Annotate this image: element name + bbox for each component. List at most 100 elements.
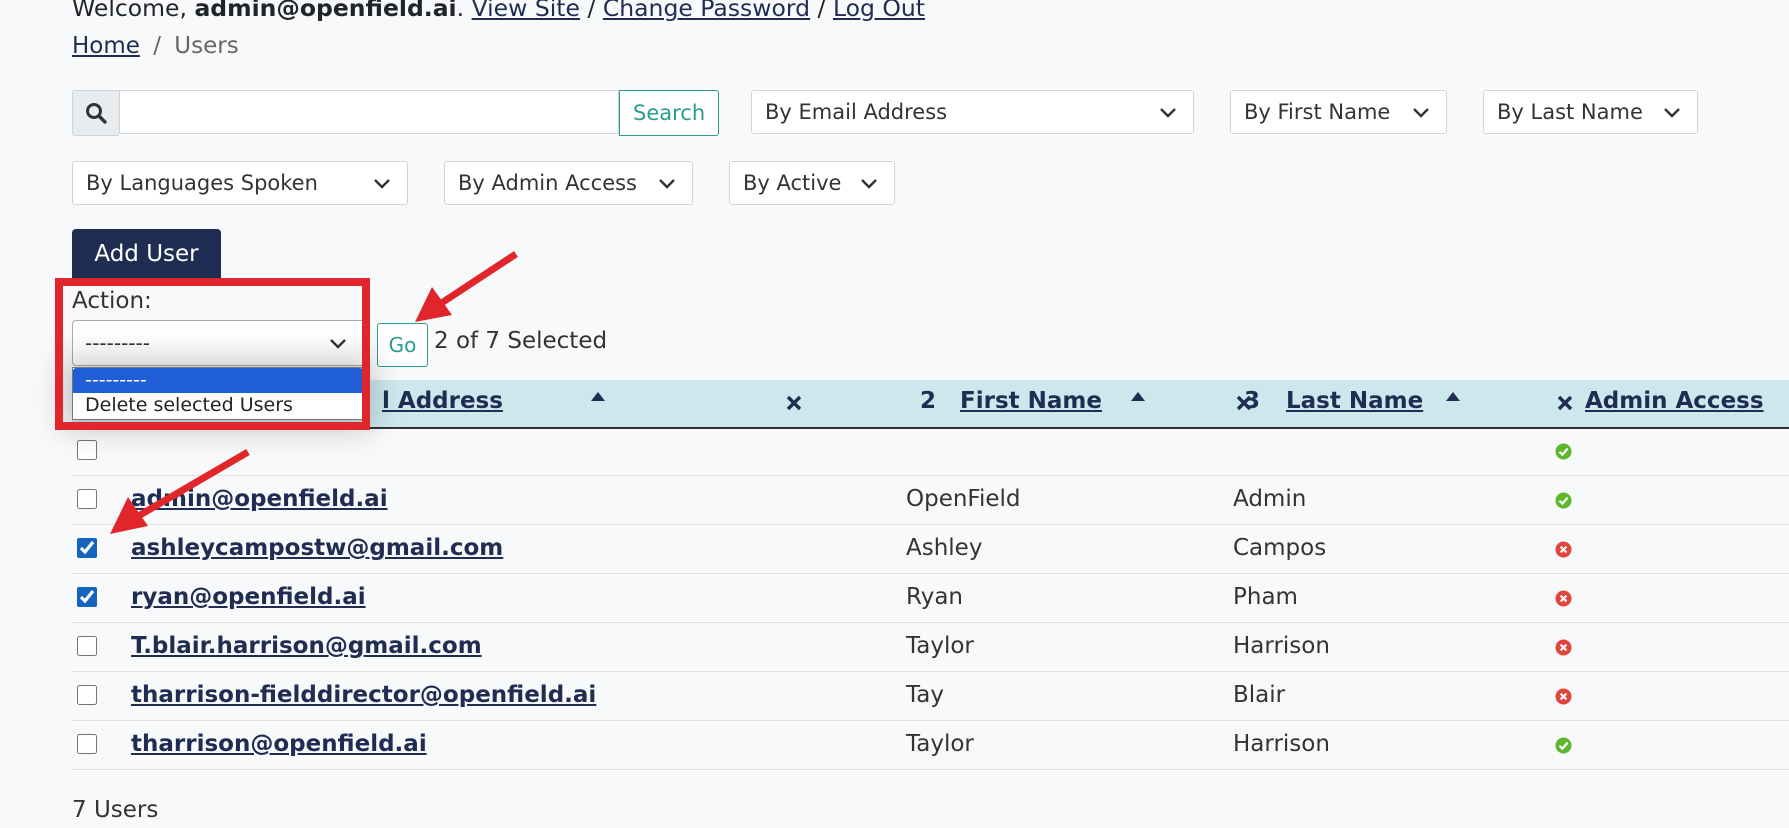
row-select-checkbox[interactable] — [77, 734, 97, 754]
breadcrumb-home[interactable]: Home — [72, 33, 140, 59]
row-select-checkbox[interactable] — [77, 685, 97, 705]
remove-sort-icon[interactable] — [1556, 394, 1574, 412]
user-email-cell: tharrison@openfield.ai — [131, 731, 427, 757]
first-name-cell: Tay — [906, 682, 944, 708]
user-email-cell: admin@openfield.ai — [131, 486, 388, 512]
first-name-cell: OpenField — [906, 486, 1021, 512]
x-circle-icon — [1555, 590, 1572, 607]
filter-active[interactable]: By Active — [729, 161, 895, 205]
sort-ascending-icon[interactable] — [590, 392, 606, 402]
go-button[interactable]: Go — [377, 323, 428, 367]
welcome-text: Welcome, — [72, 0, 187, 22]
filter-admin-access-label: By Admin Access — [458, 171, 638, 195]
column-header-first-name-link[interactable]: First Name — [960, 388, 1102, 414]
filter-languages-label: By Languages Spoken — [86, 171, 318, 195]
filter-languages[interactable]: By Languages Spoken — [72, 161, 408, 205]
last-name-cell: Campos — [1233, 535, 1327, 561]
table-row: tharrison@openfield.ai Taylor Harrison — [72, 721, 1789, 770]
user-tools: Welcome, admin@openfield.ai. View Site /… — [72, 0, 925, 22]
column-header-admin-access-link[interactable]: Admin Access — [1585, 388, 1764, 414]
chevron-down-icon — [659, 179, 675, 189]
user-email-link[interactable]: admin@openfield.ai — [131, 486, 388, 512]
last-name-cell: Harrison — [1233, 731, 1330, 757]
sort-ascending-icon[interactable] — [1130, 392, 1146, 402]
table-row — [72, 427, 1789, 476]
breadcrumb-separator: / — [153, 33, 161, 59]
first-name-cell: Taylor — [906, 633, 974, 659]
log-out-link[interactable]: Log Out — [833, 0, 925, 22]
row-select-checkbox[interactable] — [77, 489, 97, 509]
filter-admin-access[interactable]: By Admin Access — [444, 161, 693, 205]
check-circle-icon — [1555, 737, 1572, 754]
user-email-cell: tharrison-fielddirector@openfield.ai — [131, 682, 596, 708]
row-select-checkbox[interactable] — [77, 440, 97, 460]
row-select-checkbox[interactable] — [77, 587, 97, 607]
chevron-down-icon — [1413, 108, 1429, 118]
breadcrumb: Home / Users — [72, 33, 239, 59]
search-input[interactable] — [119, 90, 619, 134]
first-name-cell: Ashley — [906, 535, 983, 561]
separator: / — [817, 0, 826, 22]
check-circle-icon — [1555, 443, 1572, 460]
chevron-down-icon — [374, 179, 390, 189]
column-header-email-link[interactable]: l Address — [382, 388, 503, 414]
change-password-link[interactable]: Change Password — [603, 0, 810, 22]
table-row: admin@openfield.ai OpenField Admin — [72, 476, 1789, 525]
chevron-down-icon — [1160, 108, 1176, 118]
x-circle-icon — [1555, 688, 1572, 705]
x-circle-icon — [1555, 639, 1572, 656]
username: admin@openfield.ai — [194, 0, 457, 22]
period: . — [456, 0, 465, 22]
selection-counter: 2 of 7 Selected — [434, 328, 608, 354]
table-row: T.blair.harrison@gmail.com Taylor Harrison — [72, 623, 1789, 672]
user-email-cell: ashleycampostw@gmail.com — [131, 535, 503, 561]
user-email-link[interactable]: ryan@openfield.ai — [131, 584, 366, 610]
chevron-down-icon — [861, 179, 877, 189]
table-row: ryan@openfield.ai Ryan Pham — [72, 574, 1789, 623]
search-button[interactable]: Search — [619, 90, 720, 136]
search-bar: Search — [72, 90, 720, 136]
column-header-admin-access[interactable]: Admin Access — [1585, 388, 1764, 414]
column-header-email[interactable]: l Address — [382, 388, 503, 414]
row-select-checkbox[interactable] — [77, 636, 97, 656]
filter-first-name[interactable]: By First Name — [1230, 90, 1447, 134]
user-email-cell: ryan@openfield.ai — [131, 584, 366, 610]
user-email-link[interactable]: ashleycampostw@gmail.com — [131, 535, 503, 561]
user-email-link[interactable]: T.blair.harrison@gmail.com — [131, 633, 482, 659]
remove-sort-icon[interactable] — [785, 394, 803, 412]
last-name-cell: Blair — [1233, 682, 1286, 708]
last-name-cell: Admin — [1233, 486, 1307, 512]
breadcrumb-current: Users — [174, 33, 239, 59]
user-email-link[interactable]: tharrison@openfield.ai — [131, 731, 427, 757]
filter-last-name-label: By Last Name — [1497, 100, 1643, 124]
filter-email[interactable]: By Email Address — [751, 90, 1194, 134]
table-row: ashleycampostw@gmail.com Ashley Campos — [72, 525, 1789, 574]
x-circle-icon — [1555, 541, 1572, 558]
column-header-last-name[interactable]: Last Name — [1286, 388, 1423, 414]
search-icon — [72, 90, 119, 136]
first-name-cell: Ryan — [906, 584, 964, 610]
result-count: 7 Users — [72, 797, 159, 823]
sort-ascending-icon[interactable] — [1445, 392, 1461, 402]
user-email-cell: T.blair.harrison@gmail.com — [131, 633, 482, 659]
last-name-cell: Harrison — [1233, 633, 1330, 659]
check-circle-icon — [1555, 492, 1572, 509]
filter-active-label: By Active — [743, 171, 842, 195]
sort-priority-first-name: 2 — [920, 388, 937, 414]
last-name-cell: Pham — [1233, 584, 1298, 610]
view-site-link[interactable]: View Site — [472, 0, 580, 22]
row-select-checkbox[interactable] — [77, 538, 97, 558]
user-email-link[interactable]: tharrison-fielddirector@openfield.ai — [131, 682, 596, 708]
column-header-first-name[interactable]: First Name — [960, 388, 1102, 414]
filter-first-name-label: By First Name — [1244, 100, 1391, 124]
annotation-arrow-go — [415, 251, 518, 322]
add-user-button[interactable]: Add User — [72, 229, 221, 278]
annotation-highlight-box — [55, 278, 370, 430]
sort-priority-last-name: 3 — [1244, 388, 1261, 414]
separator: / — [587, 0, 596, 22]
chevron-down-icon — [1664, 108, 1680, 118]
column-header-last-name-link[interactable]: Last Name — [1286, 388, 1423, 414]
first-name-cell: Taylor — [906, 731, 974, 757]
filter-last-name[interactable]: By Last Name — [1483, 90, 1698, 134]
filter-email-label: By Email Address — [765, 100, 948, 124]
